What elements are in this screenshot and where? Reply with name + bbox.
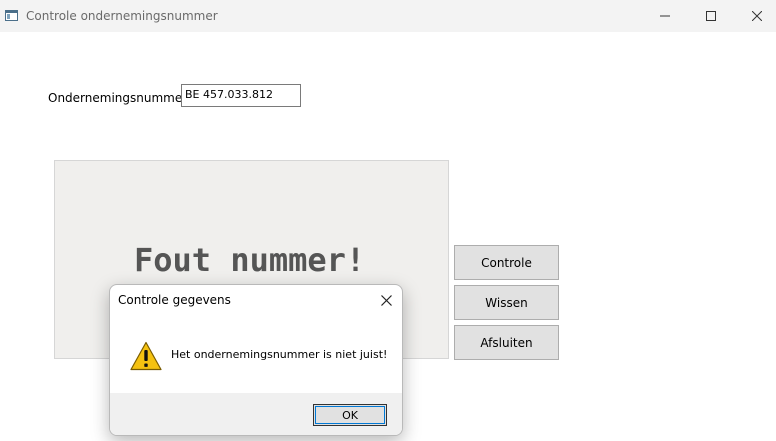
afsluiten-button[interactable]: Afsluiten [454,325,559,360]
warning-icon [130,341,162,371]
maximize-button[interactable] [688,0,734,32]
dialog-footer: OK [110,393,402,435]
close-icon [380,294,392,306]
result-text: Fout nummer! [134,241,366,279]
main-window: Controle ondernemingsnummer Ondernemings… [0,0,776,441]
window-title: Controle ondernemingsnummer [26,9,218,23]
wissen-button[interactable]: Wissen [454,285,559,320]
minimize-button[interactable] [642,0,688,32]
app-window-icon [5,10,18,21]
ondernemingsnummer-input[interactable]: BE 457.033.812 [181,84,301,107]
maximize-icon [706,11,716,21]
dialog-close-button[interactable] [378,292,394,308]
ok-button[interactable]: OK [313,404,387,426]
dialog-title: Controle gegevens [118,293,231,307]
ondernemingsnummer-label: Ondernemingsnummer [48,91,188,105]
dialog-message: Het ondernemingsnummer is niet juist! [171,348,388,361]
message-dialog: Controle gegevens Het ondernemingsnummer… [109,284,403,436]
title-bar[interactable]: Controle ondernemingsnummer [0,0,776,32]
close-icon [752,11,762,21]
close-window-button[interactable] [734,0,776,32]
minimize-icon [660,15,670,17]
controle-button[interactable]: Controle [454,245,559,280]
